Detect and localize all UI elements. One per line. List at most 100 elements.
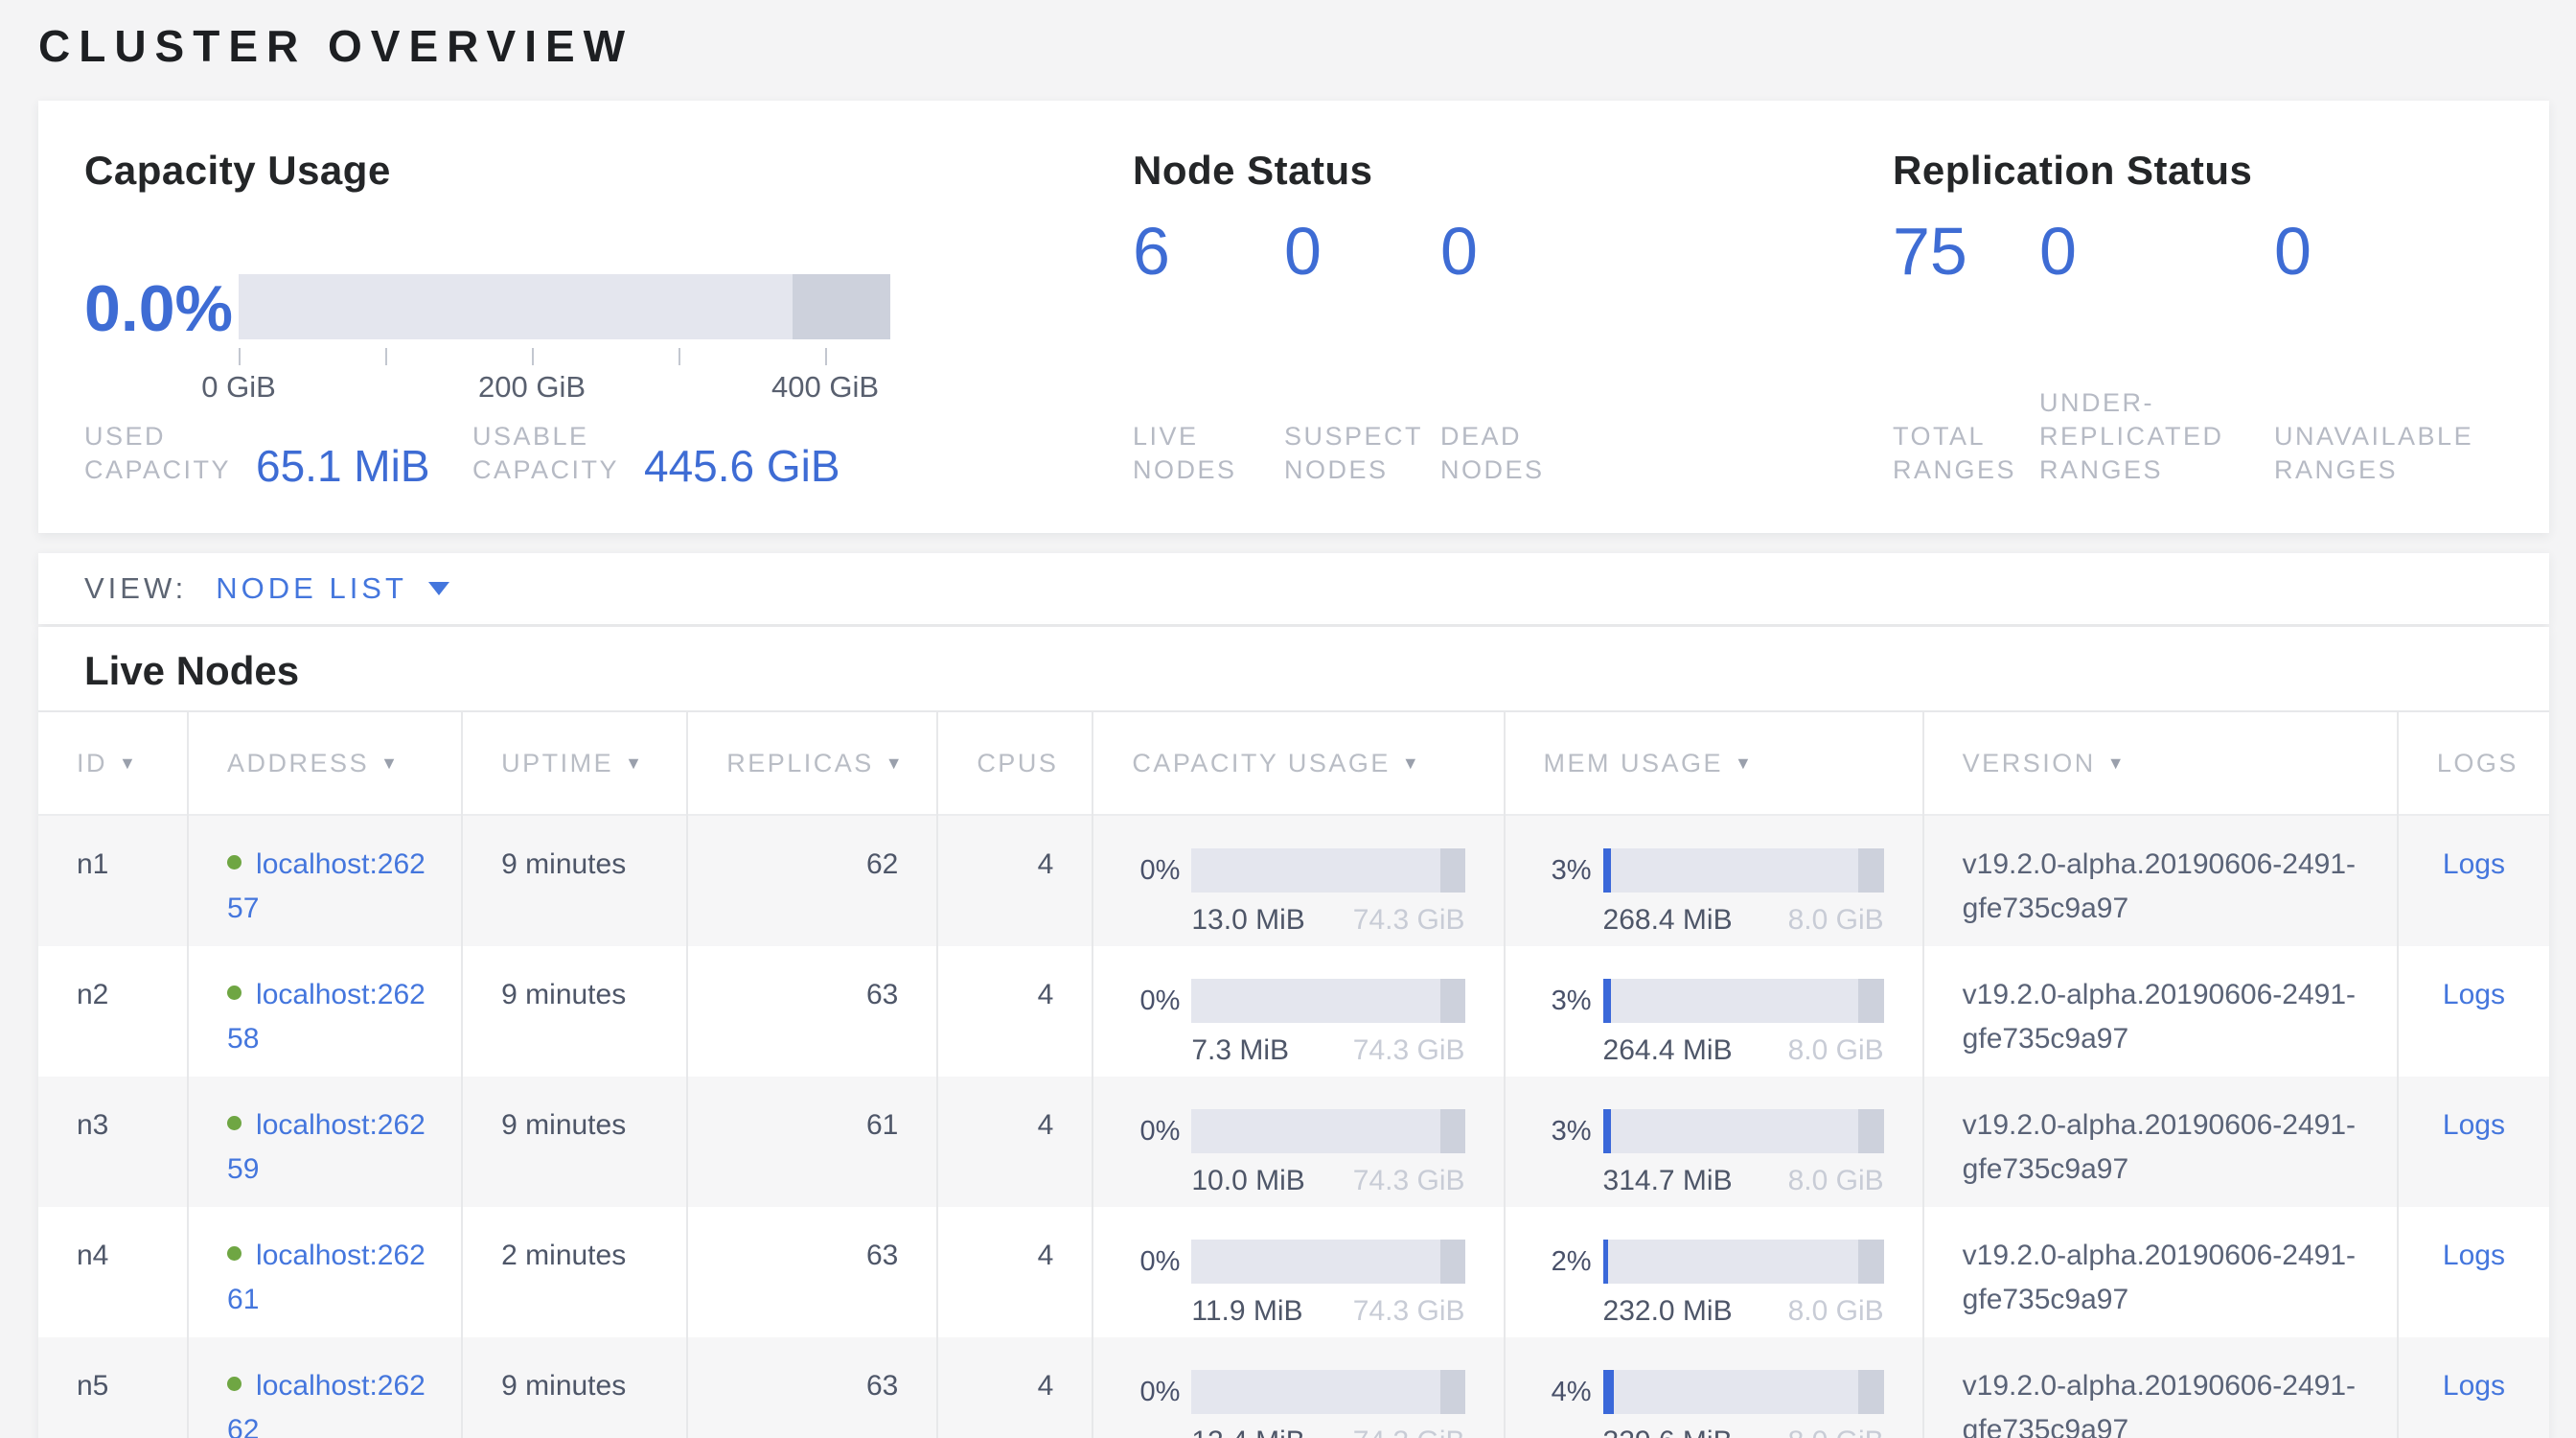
cluster-summary-card: Capacity Usage 0.0% 0 GiB200 GiB400 GiB … bbox=[38, 101, 2549, 533]
column-header-address[interactable]: ADDRESS▼ bbox=[188, 711, 462, 815]
column-header-version[interactable]: VERSION▼ bbox=[1923, 711, 2398, 815]
capacity-total-value: 74.3 GiB bbox=[1353, 1029, 1465, 1073]
used-capacity-stat: USED CAPACITY 65.1 MiB bbox=[84, 420, 472, 487]
axis-tick bbox=[825, 348, 827, 365]
capacity-bar bbox=[1191, 979, 1464, 1023]
node-id-cell: n3 bbox=[38, 1077, 188, 1207]
mem-used-value: 329.6 MiB bbox=[1603, 1420, 1733, 1438]
capacity-used-value: 7.3 MiB bbox=[1191, 1029, 1289, 1073]
node-address-link[interactable]: localhost:26258 bbox=[227, 979, 426, 1055]
node-row: n2 localhost:26258 9 minutes 63 4 0% 7.3… bbox=[38, 946, 2549, 1077]
logs-cell: Logs bbox=[2398, 1077, 2549, 1207]
mem-used-value: 264.4 MiB bbox=[1603, 1029, 1733, 1073]
column-header-replicas[interactable]: REPLICAS ▼ bbox=[687, 711, 937, 815]
capacity-usage-cell: 0% 10.0 MiB 74.3 GiB bbox=[1092, 1077, 1504, 1207]
node-live-status-icon bbox=[227, 986, 242, 1000]
node-row: n1 localhost:26257 9 minutes 62 4 0% 13.… bbox=[38, 815, 2549, 946]
view-label: VIEW: bbox=[84, 571, 187, 606]
logs-link[interactable]: Logs bbox=[2443, 1240, 2505, 1271]
capacity-usage-chart: 0.0% 0 GiB200 GiB400 GiB bbox=[84, 274, 890, 405]
sort-arrow-icon: ▼ bbox=[380, 754, 400, 773]
mem-usage-cell: 4% 329.6 MiB 8.0 GiB bbox=[1505, 1337, 1923, 1438]
capacity-used-value: 13.0 MiB bbox=[1191, 898, 1304, 942]
view-selected-value: NODE LIST bbox=[216, 571, 407, 606]
column-header-id[interactable]: ID▼ bbox=[38, 711, 188, 815]
stat-value: 445.6 GiB bbox=[644, 445, 840, 487]
stat-label: USABLE CAPACITY bbox=[472, 420, 640, 487]
column-header-capacity-usage[interactable]: CAPACITY USAGE▼ bbox=[1092, 711, 1504, 815]
stat-value: 0 bbox=[1440, 214, 1631, 289]
capacity-used-value: 12.4 MiB bbox=[1191, 1420, 1304, 1438]
stat-label: USED CAPACITY bbox=[84, 420, 252, 487]
column-header-logs: LOGS bbox=[2398, 711, 2549, 815]
node-address-link[interactable]: localhost:26261 bbox=[227, 1240, 426, 1315]
column-label: UPTIME bbox=[501, 749, 613, 777]
total-ranges-stat: 75 TOTAL RANGES bbox=[1893, 214, 2039, 487]
capacity-used-value: 10.0 MiB bbox=[1191, 1159, 1304, 1203]
capacity-axis-ticks bbox=[239, 348, 890, 367]
node-address-cell: localhost:26261 bbox=[188, 1207, 462, 1337]
capacity-total-value: 74.3 GiB bbox=[1353, 1289, 1465, 1334]
bar-tail bbox=[1858, 1109, 1883, 1153]
node-address-link[interactable]: localhost:26257 bbox=[227, 848, 426, 924]
capacity-bar bbox=[1191, 1240, 1464, 1284]
axis-tick bbox=[532, 348, 534, 365]
node-row: n3 localhost:26259 9 minutes 61 4 0% 10.… bbox=[38, 1077, 2549, 1207]
stat-label: SUSPECT NODES bbox=[1284, 420, 1440, 487]
stat-value: 0 bbox=[2039, 214, 2274, 289]
mem-bar bbox=[1603, 979, 1884, 1023]
stat-value: 65.1 MiB bbox=[256, 445, 430, 487]
replicas-cell: 63 bbox=[687, 1207, 937, 1337]
mem-usage-cell: 2% 232.0 MiB 8.0 GiB bbox=[1505, 1207, 1923, 1337]
under-replicated-ranges-stat: 0 UNDER-REPLICATED RANGES bbox=[2039, 214, 2274, 487]
node-id-cell: n4 bbox=[38, 1207, 188, 1337]
logs-link[interactable]: Logs bbox=[2443, 1370, 2505, 1402]
version-cell: v19.2.0-alpha.20190606-2491-gfe735c9a97 bbox=[1923, 1207, 2398, 1337]
column-header-uptime[interactable]: UPTIME▼ bbox=[462, 711, 687, 815]
node-table: ID▼ADDRESS▼UPTIME▼REPLICAS▼CPUSCAPACITY … bbox=[38, 710, 2549, 1438]
node-address-cell: localhost:26257 bbox=[188, 815, 462, 946]
capacity-used-percent: 0.0% bbox=[84, 274, 239, 343]
axis-tick bbox=[385, 348, 387, 365]
live-nodes-stat: 6 LIVE NODES bbox=[1133, 214, 1284, 487]
node-row: n4 localhost:26261 2 minutes 63 4 0% 11.… bbox=[38, 1207, 2549, 1337]
capacity-total-value: 74.3 GiB bbox=[1353, 1159, 1465, 1203]
sort-arrow-icon: ▼ bbox=[886, 754, 905, 773]
capacity-used-value: 11.9 MiB bbox=[1191, 1289, 1302, 1334]
view-selector[interactable]: NODE LIST bbox=[216, 571, 449, 606]
bar-fill bbox=[1603, 1240, 1609, 1284]
capacity-total-value: 74.3 GiB bbox=[1353, 898, 1465, 942]
mem-total-value: 8.0 GiB bbox=[1788, 1420, 1884, 1438]
capacity-usage-cell: 0% 12.4 MiB 74.3 GiB bbox=[1092, 1337, 1504, 1438]
column-header-cpus: CPUS bbox=[937, 711, 1092, 815]
cpus-cell: 4 bbox=[937, 1077, 1092, 1207]
mem-bar bbox=[1603, 1240, 1884, 1284]
column-header-mem-usage[interactable]: MEM USAGE▼ bbox=[1505, 711, 1923, 815]
cluster-overview-page: CLUSTER OVERVIEW Capacity Usage 0.0% 0 G… bbox=[0, 0, 2576, 1438]
stat-label: DEAD NODES bbox=[1440, 420, 1631, 487]
logs-link[interactable]: Logs bbox=[2443, 848, 2505, 880]
node-id-cell: n1 bbox=[38, 815, 188, 946]
bar-tail bbox=[1440, 979, 1465, 1023]
bar-tail bbox=[1440, 848, 1465, 893]
bar-tail bbox=[1440, 1370, 1465, 1414]
mem-percent: 3% bbox=[1544, 1109, 1603, 1153]
capacity-usage-cell: 0% 7.3 MiB 74.3 GiB bbox=[1092, 946, 1504, 1077]
replicas-cell: 62 bbox=[687, 815, 937, 946]
capacity-percent: 0% bbox=[1132, 979, 1191, 1023]
bar-tail bbox=[793, 274, 890, 339]
bar-fill bbox=[1603, 979, 1612, 1023]
axis-tick-label: 200 GiB bbox=[478, 370, 586, 405]
logs-link[interactable]: Logs bbox=[2443, 979, 2505, 1010]
logs-link[interactable]: Logs bbox=[2443, 1109, 2505, 1141]
node-address-link[interactable]: localhost:26259 bbox=[227, 1109, 426, 1185]
capacity-bar bbox=[1191, 1109, 1464, 1153]
logs-cell: Logs bbox=[2398, 946, 2549, 1077]
capacity-total-value: 74.3 GiB bbox=[1353, 1420, 1465, 1438]
uptime-cell: 9 minutes bbox=[462, 946, 687, 1077]
node-address-link[interactable]: localhost:26262 bbox=[227, 1370, 426, 1438]
column-label: CAPACITY USAGE bbox=[1132, 749, 1391, 777]
replicas-cell: 63 bbox=[687, 946, 937, 1077]
stat-label: UNDER-REPLICATED RANGES bbox=[2039, 386, 2274, 487]
column-label: REPLICAS bbox=[726, 749, 874, 777]
